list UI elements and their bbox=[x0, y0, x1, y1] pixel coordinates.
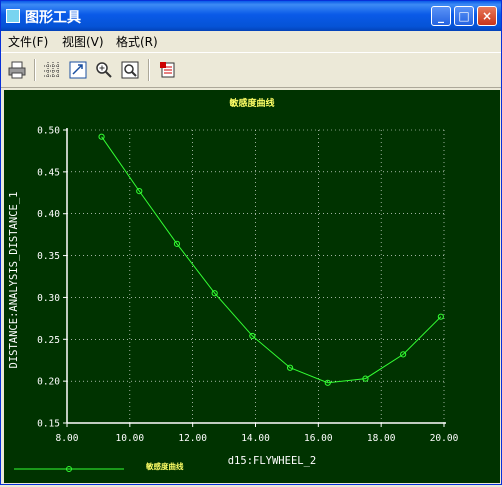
export-icon[interactable] bbox=[157, 59, 179, 81]
plot-area[interactable]: 敏感度曲线 DISTANCE:ANALYSIS_DISTANCE_1 d15:F… bbox=[4, 90, 500, 483]
chart-legend: 敏感度曲线 bbox=[14, 461, 184, 472]
chart-ticks: 0.15 0.20 0.25 0.30 0.35 0.40 0.45 0.50 8.00 10.0… bbox=[37, 126, 458, 445]
x-tick-label: 10.00 bbox=[116, 433, 145, 444]
minimize-button[interactable]: _ bbox=[431, 6, 451, 26]
menu-bar: 文件(F) 视图(V) 格式(R) bbox=[1, 31, 501, 51]
y-tick-label: 0.30 bbox=[37, 293, 60, 304]
y-tick-label: 0.50 bbox=[37, 126, 60, 137]
x-tick-label: 12.00 bbox=[178, 433, 207, 444]
close-button[interactable]: × bbox=[477, 6, 497, 26]
chart-title: 敏感度曲线 bbox=[228, 97, 274, 109]
y-tick-label: 0.25 bbox=[37, 335, 60, 346]
x-axis-label: d15:FLYWHEEL_2 bbox=[228, 455, 317, 467]
legend-label: 敏感度曲线 bbox=[145, 461, 184, 471]
zoom-in-icon[interactable] bbox=[93, 59, 115, 81]
print-icon[interactable] bbox=[6, 59, 28, 81]
window-title: 图形工具 bbox=[25, 10, 81, 26]
x-tick-label: 8.00 bbox=[56, 433, 79, 444]
graph-tool-window: 图形工具 _ □ × 文件(F) 视图(V) 格式(R) 敏感度曲线 DISTA… bbox=[0, 0, 502, 485]
x-tick-label: 14.00 bbox=[241, 433, 270, 444]
chart-axes bbox=[66, 128, 446, 424]
refit-icon[interactable] bbox=[67, 59, 89, 81]
menu-view[interactable]: 视图(V) bbox=[62, 33, 104, 50]
y-tick-label: 0.35 bbox=[37, 251, 60, 262]
menu-format[interactable]: 格式(R) bbox=[116, 33, 158, 50]
y-tick-label: 0.45 bbox=[37, 167, 60, 178]
sensitivity-chart: 敏感度曲线 DISTANCE:ANALYSIS_DISTANCE_1 d15:F… bbox=[8, 97, 459, 472]
y-tick-label: 0.15 bbox=[37, 419, 60, 430]
x-tick-label: 18.00 bbox=[367, 433, 396, 444]
chart-grid bbox=[67, 129, 445, 423]
x-tick-label: 16.00 bbox=[304, 433, 333, 444]
data-point bbox=[98, 133, 105, 140]
y-axis-label: DISTANCE:ANALYSIS_DISTANCE_1 bbox=[8, 191, 20, 368]
y-tick-label: 0.40 bbox=[37, 209, 60, 220]
zoom-to-fit-icon[interactable] bbox=[119, 59, 141, 81]
toolbar bbox=[1, 52, 501, 88]
x-tick-label: 20.00 bbox=[430, 433, 459, 444]
app-icon bbox=[6, 9, 20, 23]
maximize-button[interactable]: □ bbox=[454, 6, 474, 26]
grid-icon[interactable] bbox=[41, 59, 63, 81]
series-line bbox=[101, 136, 442, 384]
menu-file[interactable]: 文件(F) bbox=[8, 33, 48, 50]
title-bar[interactable]: 图形工具 _ □ × bbox=[1, 1, 501, 31]
y-tick-label: 0.20 bbox=[37, 377, 60, 388]
